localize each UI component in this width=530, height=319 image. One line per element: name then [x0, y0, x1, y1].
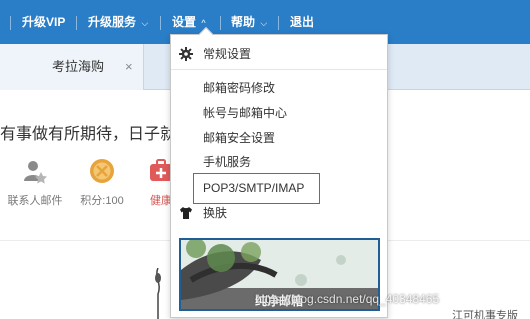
gear-icon — [179, 47, 193, 61]
menu-general-settings[interactable]: 常规设置 — [171, 42, 387, 66]
menu-password-change[interactable]: 邮箱密码修改 — [171, 76, 387, 100]
quick-contacts-mail[interactable]: 联系人邮件 — [0, 158, 70, 208]
nav-separator — [220, 16, 221, 30]
menu-item-label: 邮箱密码修改 — [203, 81, 276, 95]
menu-separator — [171, 69, 387, 70]
nav-separator — [10, 16, 11, 30]
settings-dropdown: 常规设置 邮箱密码修改 帐号与邮箱中心 邮箱安全设置 手机服务 POP3/SMT… — [170, 26, 388, 318]
quick-contacts-mail-label: 联系人邮件 — [7, 195, 63, 207]
close-icon[interactable]: × — [125, 44, 133, 90]
tab-kaola-label: 考拉海购 — [52, 59, 105, 74]
highlight-box — [193, 173, 320, 204]
nav-separator — [160, 16, 161, 30]
nav-upgrade-vip[interactable]: 升级VIP — [22, 0, 65, 44]
menu-account-center[interactable]: 帐号与邮箱中心 — [171, 101, 387, 125]
watermark-text: https://blog.csdn.net/qq_40348465 — [255, 292, 440, 306]
article-snippet: 江可机事专版 — [452, 310, 518, 319]
nav-separator — [76, 16, 77, 30]
nav-settings-label: 设置 — [172, 15, 197, 29]
chevron-down-icon: ⌵ — [141, 18, 149, 28]
tshirt-icon — [180, 207, 192, 219]
menu-item-label: 手机服务 — [203, 155, 252, 169]
menu-change-skin-label: 换肤 — [203, 206, 228, 220]
nav-upgrade-service[interactable]: 升级服务 ⌵ — [88, 0, 148, 44]
menu-item-label: 帐号与邮箱中心 — [203, 106, 288, 120]
menu-security-settings[interactable]: 邮箱安全设置 — [171, 126, 387, 150]
nav-upgrade-service-label: 升级服务 — [88, 15, 137, 29]
contacts-mail-icon — [24, 161, 47, 184]
earphone-cable-image — [155, 268, 161, 319]
points-coin-icon — [90, 159, 114, 183]
slogan-text: 有事做有所期待，日子就 — [0, 126, 177, 143]
nav-logout-label: 退出 — [290, 15, 315, 29]
menu-mobile-service[interactable]: 手机服务 — [171, 150, 387, 174]
menu-general-settings-label: 常规设置 — [203, 47, 252, 61]
menu-item-label: 邮箱安全设置 — [203, 131, 276, 145]
nav-help-label: 帮助 — [231, 15, 256, 29]
nav-separator — [278, 16, 279, 30]
menu-change-skin[interactable]: 换肤 — [171, 201, 387, 225]
nav-upgrade-vip-label: 升级VIP — [22, 15, 66, 29]
chevron-down-icon: ⌵ — [260, 18, 268, 28]
tab-kaola[interactable]: 考拉海购 × — [0, 44, 144, 90]
